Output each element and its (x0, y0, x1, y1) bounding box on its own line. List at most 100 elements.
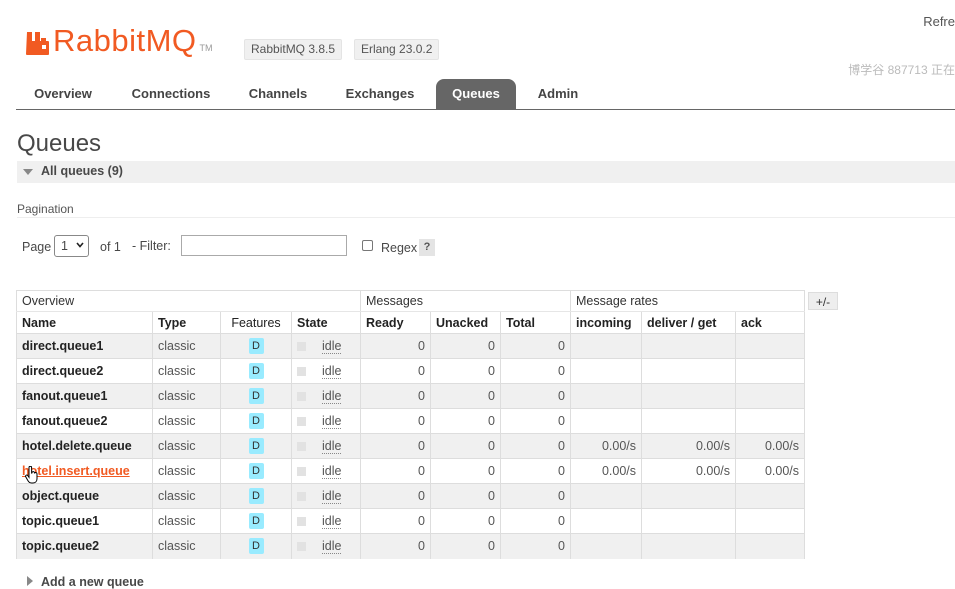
incoming-rate (570, 483, 642, 509)
rabbitmq-logo[interactable]: RabbitMQ TM (26, 22, 213, 56)
deliver-get-rate (641, 383, 736, 409)
page-title: Queues (17, 130, 102, 157)
col-ready[interactable]: Ready (360, 311, 431, 334)
col-name[interactable]: Name (16, 311, 153, 334)
ready-count: 0 (360, 333, 431, 359)
ack-rate (735, 533, 805, 559)
unacked-count: 0 (430, 508, 501, 534)
column-toggle-button[interactable]: +/- (808, 292, 838, 310)
regex-help-button[interactable]: ? (419, 239, 435, 256)
queue-name-link[interactable]: direct.queue1 (16, 333, 153, 359)
col-type[interactable]: Type (152, 311, 221, 334)
page-count-label: of 1 (100, 240, 121, 254)
queue-state: idle (322, 489, 342, 504)
refresh-control[interactable]: Refre (923, 14, 955, 29)
queue-name-link[interactable]: direct.queue2 (16, 358, 153, 384)
unacked-count: 0 (430, 533, 501, 559)
pagination-heading: Pagination (17, 202, 74, 216)
collapse-triangle-icon[interactable] (23, 169, 33, 175)
state-indicator-icon (297, 517, 306, 527)
queue-name-link[interactable]: fanout.queue2 (16, 408, 153, 434)
ack-rate (735, 358, 805, 384)
unacked-count: 0 (430, 333, 501, 359)
col-state[interactable]: State (291, 311, 361, 334)
state-indicator-icon (297, 392, 306, 402)
deliver-get-rate (641, 358, 736, 384)
all-queues-section-header[interactable] (17, 161, 955, 183)
ready-count: 0 (360, 458, 431, 484)
queue-type: classic (152, 333, 221, 359)
incoming-rate (570, 533, 642, 559)
queue-type: classic (152, 533, 221, 559)
rabbitmq-version-badge: RabbitMQ 3.8.5 (244, 39, 343, 60)
col-ack[interactable]: ack (735, 311, 805, 334)
table-row: hotel.delete.queue classic D idle 0 0 0 … (16, 433, 805, 459)
queue-name-link[interactable]: topic.queue2 (16, 533, 153, 559)
queue-name-link[interactable]: topic.queue1 (16, 508, 153, 534)
ready-count: 0 (360, 358, 431, 384)
col-unacked[interactable]: Unacked (430, 311, 501, 334)
durable-badge: D (248, 513, 264, 529)
table-row: object.queue classic D idle 0 0 0 (16, 483, 805, 509)
col-deliver-get[interactable]: deliver / get (641, 311, 736, 334)
incoming-rate (570, 508, 642, 534)
logo-trademark: TM (199, 43, 213, 53)
durable-badge: D (248, 388, 264, 404)
expand-triangle-icon[interactable] (27, 576, 33, 586)
queue-type: classic (152, 483, 221, 509)
table-row: topic.queue2 classic D idle 0 0 0 (16, 533, 805, 559)
page-label: Page (22, 240, 52, 254)
queue-name-link[interactable]: object.queue (16, 483, 153, 509)
total-count: 0 (500, 483, 571, 509)
table-row: direct.queue1 classic D idle 0 0 0 (16, 333, 805, 359)
ack-rate (735, 383, 805, 409)
queue-name-link[interactable]: fanout.queue1 (16, 383, 153, 409)
col-incoming[interactable]: incoming (570, 311, 642, 334)
durable-badge: D (248, 363, 264, 379)
tab-exchanges[interactable]: Exchanges (332, 79, 428, 109)
state-indicator-icon (297, 542, 306, 552)
queue-state: idle (322, 464, 342, 479)
filter-input[interactable] (181, 235, 347, 256)
regex-label: Regex (381, 241, 418, 255)
queue-name-link[interactable]: hotel.delete.queue (16, 433, 153, 459)
ready-count: 0 (360, 383, 431, 409)
ack-rate: 0.00/s (735, 458, 805, 484)
main-nav: Overview Connections Channels Exchanges … (16, 79, 955, 110)
durable-badge: D (248, 438, 264, 454)
col-total[interactable]: Total (500, 311, 571, 334)
unacked-count: 0 (430, 458, 501, 484)
queue-state: idle (322, 364, 342, 379)
state-indicator-icon (297, 442, 306, 452)
page-select[interactable]: 1 (54, 235, 89, 257)
state-indicator-icon (297, 367, 306, 377)
unacked-count: 0 (430, 408, 501, 434)
total-count: 0 (500, 508, 571, 534)
state-indicator-icon (297, 467, 306, 477)
table-row: hotel.insert.queue classic D idle 0 0 0 … (16, 458, 805, 484)
table-row: topic.queue1 classic D idle 0 0 0 (16, 508, 805, 534)
filter-label: - Filter: (132, 239, 171, 253)
regex-checkbox[interactable] (362, 240, 373, 251)
page-select-value: 1 (61, 239, 68, 253)
durable-badge: D (248, 488, 264, 504)
tab-queues[interactable]: Queues (436, 79, 516, 109)
durable-badge: D (248, 338, 264, 354)
ready-count: 0 (360, 408, 431, 434)
unacked-count: 0 (430, 433, 501, 459)
pagination-divider (17, 217, 955, 218)
all-queues-label[interactable]: All queues (9) (41, 164, 123, 178)
ack-rate (735, 408, 805, 434)
tab-channels[interactable]: Channels (234, 79, 322, 109)
tab-overview[interactable]: Overview (16, 79, 110, 109)
ack-rate (735, 333, 805, 359)
tab-connections[interactable]: Connections (116, 79, 226, 109)
chevron-down-icon (76, 242, 84, 248)
hand-cursor-icon (25, 466, 38, 484)
ack-rate (735, 508, 805, 534)
queue-state: idle (322, 389, 342, 404)
durable-badge: D (248, 463, 264, 479)
tab-admin[interactable]: Admin (526, 79, 590, 109)
ready-count: 0 (360, 433, 431, 459)
state-indicator-icon (297, 492, 306, 502)
